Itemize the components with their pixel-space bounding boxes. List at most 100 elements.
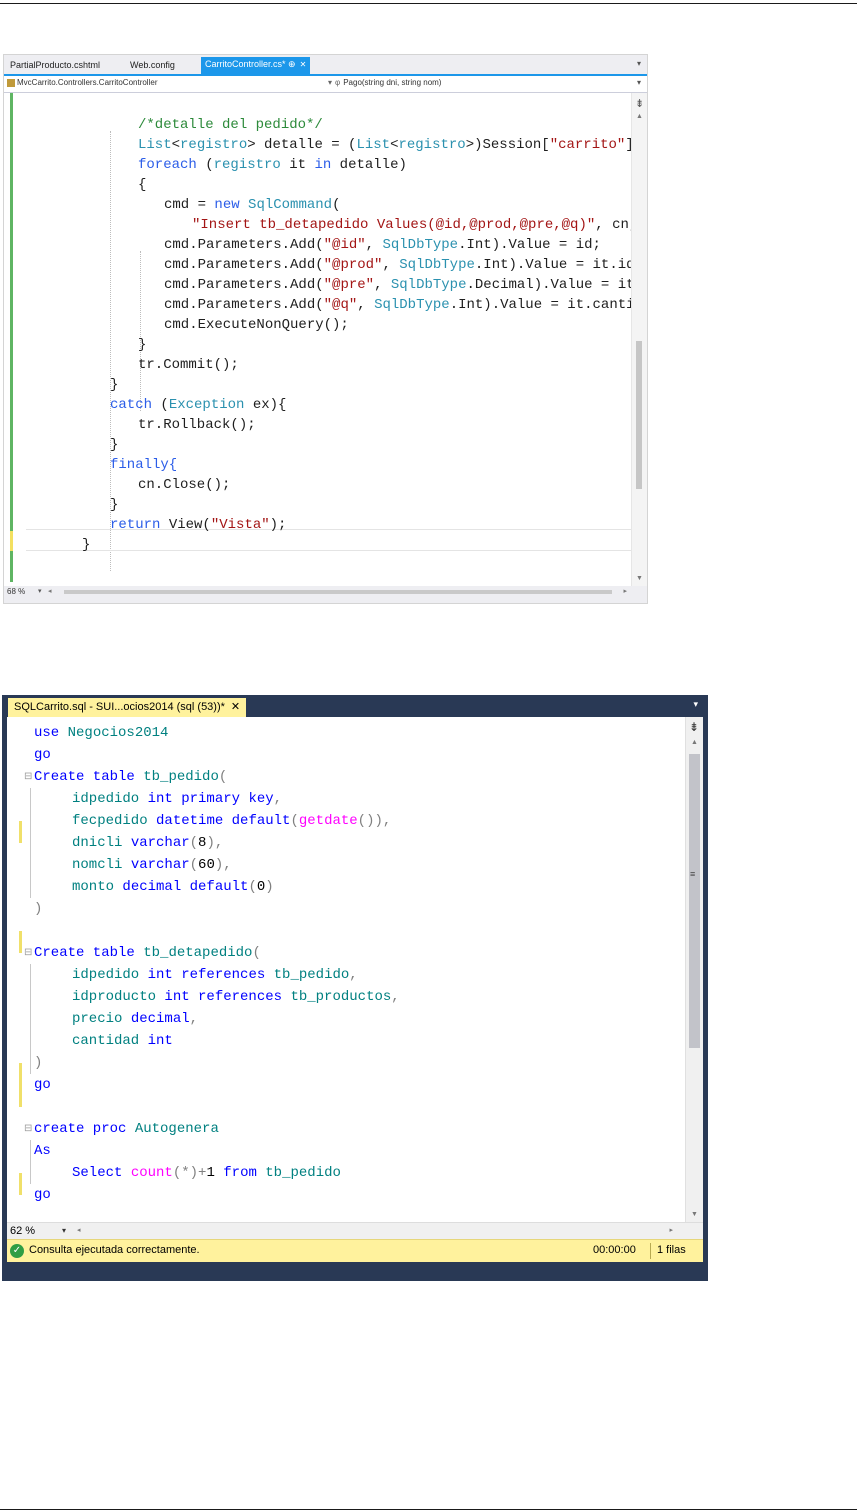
scroll-down-icon[interactable]: ▼ <box>691 1211 698 1218</box>
vs-code-editor-window: PartialProducto.cshtml Web.config Carrit… <box>3 54 648 604</box>
dropdown-arrow-icon: ▾ <box>328 78 333 87</box>
code-line: List<registro> detalle = (List<registro>… <box>138 137 642 153</box>
code-line: } <box>110 437 119 453</box>
zoom-dropdown-icon[interactable]: ▾ <box>38 586 42 598</box>
collapse-icon[interactable]: ⊟ <box>24 766 32 788</box>
horizontal-scroll-bar: 68 % ▾ ◂ ▸ <box>4 586 647 598</box>
tab-label: PartialProducto.cshtml <box>10 60 101 70</box>
horizontal-scroll-bar: 62 % ▾ ◂ ▸ <box>7 1222 703 1240</box>
unsaved-changes-indicator <box>19 1173 22 1195</box>
code-line: Create table tb_detapedido( <box>34 945 261 961</box>
unsaved-changes-indicator <box>19 821 22 843</box>
scroll-up-icon[interactable]: ▲ <box>636 113 643 120</box>
code-line: As <box>34 1143 51 1159</box>
code-line: cmd = new SqlCommand( <box>164 197 341 213</box>
scroll-left-icon[interactable]: ◂ <box>48 586 52 598</box>
scroll-up-icon[interactable]: ▲ <box>691 739 698 746</box>
code-line: idproducto int references tb_productos, <box>72 989 400 1005</box>
collapse-icon[interactable]: ⊟ <box>24 942 32 964</box>
close-icon[interactable]: ✕ <box>231 701 240 713</box>
horizontal-scroll-thumb[interactable] <box>64 590 612 594</box>
scroll-marker-icon: ≡ <box>690 869 696 879</box>
code-line: "Insert tb_detapedido Values(@id,@prod,@… <box>192 217 647 233</box>
code-line: ) <box>34 901 43 917</box>
outline-guide <box>30 964 31 1074</box>
indent-guide <box>140 251 141 411</box>
chevron-down-icon[interactable]: ▾ <box>637 59 641 68</box>
method-icon: φ <box>335 78 341 87</box>
scroll-thumb[interactable] <box>636 341 642 489</box>
member-dropdown[interactable]: ▾ φ Pago(string dni, string nom) <box>328 78 441 87</box>
code-line: dnicli varchar(8), <box>72 835 224 851</box>
scroll-left-icon[interactable]: ◂ <box>77 1226 81 1234</box>
tab-webconfig[interactable]: Web.config <box>126 58 179 74</box>
code-line: } <box>82 537 91 553</box>
tab-label: Web.config <box>130 60 175 70</box>
class-dropdown-label: MvcCarrito.Controllers.CarritoController <box>17 78 158 87</box>
code-line: tr.Rollback(); <box>138 417 256 433</box>
page-bottom-rule <box>0 1509 857 1510</box>
vertical-scrollbar[interactable]: ⇟ ▲ ▼ <box>631 93 647 586</box>
chevron-down-icon[interactable]: ▾ <box>693 699 698 710</box>
code-line: cn.Close(); <box>138 477 231 493</box>
code-line: } <box>110 377 119 393</box>
vs-tab-strip: PartialProducto.cshtml Web.config Carrit… <box>4 55 647 76</box>
vs-status-strip <box>4 598 647 603</box>
chevron-down-icon[interactable]: ▾ <box>637 78 641 87</box>
code-line: idpedido int primary key, <box>72 791 283 807</box>
check-icon: ✓ <box>10 1244 24 1258</box>
unsaved-changes-indicator <box>19 1063 22 1107</box>
code-line: monto decimal default(0) <box>72 879 274 895</box>
code-line: } <box>110 497 119 513</box>
tab-sqlcarrito[interactable]: SQLCarrito.sql - SUI...ocios2014 (sql (5… <box>8 698 247 717</box>
zoom-level[interactable]: 68 % <box>7 586 25 598</box>
status-separator <box>650 1243 651 1259</box>
class-icon <box>7 78 15 87</box>
code-line: create proc Autogenera <box>34 1121 219 1137</box>
tab-label: SQLCarrito.sql - SUI...ocios2014 (sql (5… <box>14 701 225 713</box>
code-line: cmd.Parameters.Add("@id", SqlDbType.Int)… <box>164 237 601 253</box>
split-icon[interactable]: ⇟ <box>635 97 644 110</box>
query-status-bar: ✓ Consulta ejecutada correctamente. 00:0… <box>7 1239 703 1262</box>
tab-carritocontroller[interactable]: CarritoController.cs* ⊕ ✕ <box>201 57 311 74</box>
status-message: Consulta ejecutada correctamente. <box>29 1244 200 1256</box>
code-line: cantidad int <box>72 1033 173 1049</box>
code-line: catch (Exception ex){ <box>110 397 287 413</box>
code-line: use Negocios2014 <box>34 725 169 741</box>
collapse-icon[interactable]: ⊟ <box>24 1118 32 1140</box>
code-line: cmd.ExecuteNonQuery(); <box>164 317 349 333</box>
tab-partialproducto[interactable]: PartialProducto.cshtml <box>6 58 104 74</box>
scroll-down-icon[interactable]: ▼ <box>636 575 643 582</box>
zoom-level[interactable]: 62 % <box>10 1225 35 1237</box>
code-line: nomcli varchar(60), <box>72 857 232 873</box>
pin-icon[interactable]: ⊕ <box>288 59 296 69</box>
code-line: cmd.Parameters.Add("@q", SqlDbType.Int).… <box>164 297 648 313</box>
code-line: idpedido int references tb_pedido, <box>72 967 358 983</box>
code-line: /*detalle del pedido*/ <box>138 117 323 133</box>
unsaved-changes-indicator <box>10 531 13 551</box>
code-line: finally{ <box>110 457 178 473</box>
outline-guide <box>30 1140 31 1184</box>
split-icon[interactable]: ⇟ <box>689 720 699 734</box>
scroll-right-icon[interactable]: ▸ <box>623 586 627 598</box>
saved-changes-indicator <box>10 93 13 582</box>
sql-editor[interactable]: ⊟ ⊟ ⊟ use Negocios2014 go Create table t… <box>7 717 703 1222</box>
scroll-thumb[interactable] <box>689 754 700 1048</box>
code-line: Select count(*)+1 from tb_pedido <box>72 1165 341 1181</box>
code-line: precio decimal, <box>72 1011 199 1027</box>
tab-label: CarritoController.cs* <box>205 59 286 69</box>
code-line: cmd.Parameters.Add("@pre", SqlDbType.Dec… <box>164 277 647 293</box>
elapsed-time: 00:00:00 <box>593 1244 636 1256</box>
code-line: ) <box>34 1055 43 1071</box>
code-line: fecpedido datetime default(getdate()), <box>72 813 392 829</box>
close-icon[interactable]: ✕ <box>300 60 307 69</box>
unsaved-changes-indicator <box>19 931 22 953</box>
scroll-right-icon[interactable]: ▸ <box>669 1226 673 1234</box>
zoom-dropdown-icon[interactable]: ▾ <box>62 1226 66 1235</box>
vertical-scrollbar[interactable]: ⇟ ▲ ≡ ▼ <box>685 717 703 1222</box>
ssms-query-editor-window: SQLCarrito.sql - SUI...ocios2014 (sql (5… <box>2 695 708 1281</box>
class-dropdown[interactable]: MvcCarrito.Controllers.CarritoController <box>7 78 157 87</box>
code-line: cmd.Parameters.Add("@prod", SqlDbType.In… <box>164 257 648 273</box>
code-line: { <box>138 177 147 193</box>
code-line: foreach (registro it in detalle) <box>138 157 407 173</box>
